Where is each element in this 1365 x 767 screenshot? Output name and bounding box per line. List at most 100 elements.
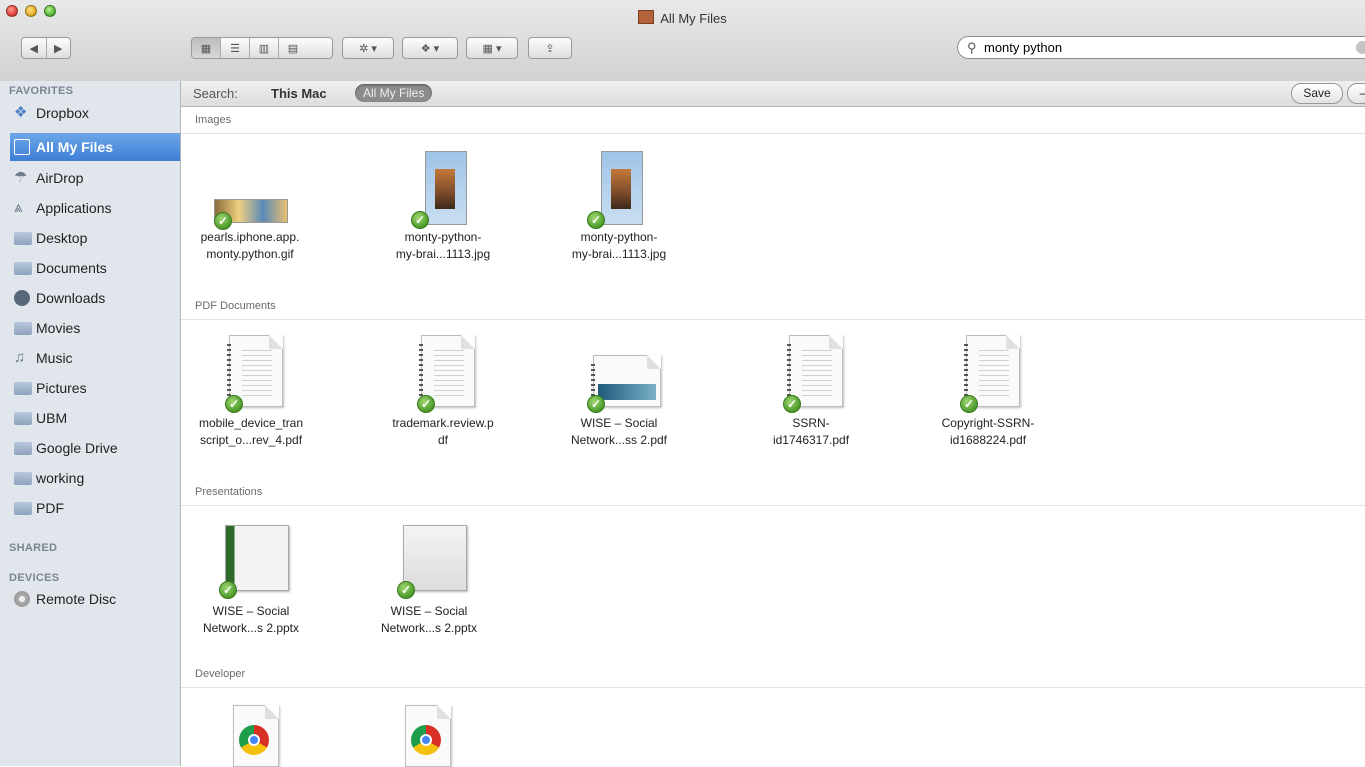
file-item[interactable]: ✓ trademark.review.p df bbox=[373, 333, 513, 449]
gear-icon: ✲ ▾ bbox=[359, 42, 377, 55]
image-thumbnail: ✓ bbox=[403, 149, 483, 229]
devices-header: DEVICES bbox=[9, 572, 60, 584]
applications-icon: ⩓ bbox=[14, 199, 23, 216]
sidebar-item-google-drive[interactable]: Google Drive bbox=[10, 434, 180, 462]
remove-criteria-button[interactable]: – bbox=[1347, 83, 1365, 104]
file-item[interactable]: ✓ WISE – Social Network...ss 2.pdf bbox=[549, 333, 689, 449]
sidebar-item-downloads[interactable]: Downloads bbox=[10, 284, 180, 312]
html-thumbnail bbox=[211, 705, 291, 767]
scope-this-mac[interactable]: This Mac bbox=[271, 86, 327, 101]
documents-icon bbox=[14, 262, 32, 275]
file-item[interactable] bbox=[181, 705, 321, 767]
group-header-presentations: Presentations bbox=[181, 479, 1365, 506]
synced-check-icon: ✓ bbox=[219, 581, 237, 599]
chrome-icon bbox=[411, 725, 441, 755]
favorites-header: FAVORITES bbox=[9, 85, 74, 97]
all-my-files-icon bbox=[638, 10, 655, 24]
synced-check-icon: ✓ bbox=[587, 395, 605, 413]
dropbox-icon: ❖ bbox=[14, 104, 28, 121]
pdf-thumbnail: ✓ bbox=[211, 333, 291, 415]
movies-icon bbox=[14, 322, 32, 335]
pictures-icon bbox=[14, 382, 32, 395]
sidebar-item-ubm[interactable]: UBM bbox=[10, 404, 180, 432]
view-mode-control[interactable]: ▦ ☰ ▥ ▤ bbox=[191, 37, 333, 59]
back-button[interactable]: ◀ bbox=[22, 38, 47, 58]
coverflow-view-button[interactable]: ▤ bbox=[279, 38, 307, 58]
icon-view-button[interactable]: ▦ bbox=[192, 38, 221, 58]
pdf-thumbnail: ✓ bbox=[579, 333, 661, 415]
sidebar-item-pictures[interactable]: Pictures bbox=[10, 374, 180, 402]
sidebar-item-desktop[interactable]: Desktop bbox=[10, 224, 180, 252]
file-item[interactable]: ✓ WISE – Social Network...s 2.pptx bbox=[181, 521, 321, 637]
sidebar-item-music[interactable]: ♫ Music bbox=[10, 344, 180, 372]
synced-check-icon: ✓ bbox=[411, 211, 429, 229]
list-view-button[interactable]: ☰ bbox=[221, 38, 250, 58]
file-item[interactable]: ✓ monty-python- my-brai...1113.jpg bbox=[544, 149, 694, 263]
html-thumbnail bbox=[383, 705, 463, 767]
remote-disc-icon bbox=[14, 591, 30, 607]
pptx-thumbnail: ✓ bbox=[389, 521, 469, 603]
pptx-slide bbox=[225, 525, 289, 591]
synced-check-icon: ✓ bbox=[417, 395, 435, 413]
synced-check-icon: ✓ bbox=[960, 395, 978, 413]
folder-icon bbox=[14, 412, 32, 425]
save-search-button[interactable]: Save bbox=[1291, 83, 1343, 104]
group-header-images: Images bbox=[181, 107, 1365, 134]
sidebar-item-working[interactable]: working bbox=[10, 464, 180, 492]
synced-check-icon: ✓ bbox=[225, 395, 243, 413]
synced-check-icon: ✓ bbox=[587, 211, 605, 229]
back-forward-control[interactable]: ◀ ▶ bbox=[21, 37, 71, 59]
sidebar-item-pdf[interactable]: PDF bbox=[10, 494, 180, 522]
airdrop-icon: ☂ bbox=[14, 169, 28, 186]
sidebar-item-documents[interactable]: Documents bbox=[10, 254, 180, 282]
jpg-figure bbox=[611, 169, 631, 209]
sidebar-item-movies[interactable]: Movies bbox=[10, 314, 180, 342]
arrange-icon: ▦ ▾ bbox=[482, 42, 502, 55]
file-item[interactable]: ✓ pearls.iphone.app. monty.python.gif bbox=[180, 149, 320, 263]
file-item[interactable]: ✓ SSRN- id1746317.pdf bbox=[741, 333, 881, 449]
jpg-figure bbox=[435, 169, 455, 209]
folder-icon bbox=[14, 472, 32, 485]
pptx-thumbnail: ✓ bbox=[211, 521, 291, 603]
file-item[interactable]: ✓ Copyright-SSRN- id1688224.pdf bbox=[913, 333, 1063, 449]
music-icon: ♫ bbox=[14, 349, 26, 366]
desktop-icon bbox=[14, 232, 32, 245]
search-scope-bar: Search: This Mac All My Files Save – bbox=[181, 81, 1365, 107]
dropbox-menu-button[interactable]: ❖ ▾ bbox=[402, 37, 458, 59]
synced-check-icon: ✓ bbox=[397, 581, 415, 599]
all-my-files-icon bbox=[14, 139, 30, 155]
group-header-developer: Developer bbox=[181, 661, 1365, 688]
search-input[interactable] bbox=[982, 39, 1286, 56]
pptx-slide bbox=[403, 525, 467, 591]
sidebar-item-all-my-files[interactable]: All My Files bbox=[10, 133, 180, 161]
sidebar-item-applications[interactable]: ⩓ Applications bbox=[10, 194, 180, 222]
window-title: All My Files bbox=[0, 10, 1365, 26]
file-item[interactable]: ✓ WISE – Social Network...s 2.pptx bbox=[359, 521, 499, 637]
share-button[interactable]: ⇪ bbox=[528, 37, 572, 59]
arrange-menu-button[interactable]: ▦ ▾ bbox=[466, 37, 518, 59]
scope-all-my-files[interactable]: All My Files bbox=[355, 84, 433, 102]
pdf-thumbnail: ✓ bbox=[771, 333, 851, 415]
column-view-button[interactable]: ▥ bbox=[250, 38, 279, 58]
synced-check-icon: ✓ bbox=[783, 395, 801, 413]
clear-search-icon[interactable] bbox=[1356, 41, 1365, 54]
search-scope-label: Search: bbox=[193, 86, 238, 101]
action-menu-button[interactable]: ✲ ▾ bbox=[342, 37, 394, 59]
sidebar-item-remote-disc[interactable]: Remote Disc bbox=[10, 585, 180, 613]
title-bar: All My Files ◀ ▶ ▦ ☰ ▥ ▤ ✲ ▾ ❖ ▾ ▦ ▾ ⇪ ⚲ bbox=[0, 0, 1365, 89]
search-field[interactable]: ⚲ bbox=[957, 36, 1365, 59]
search-icon: ⚲ bbox=[967, 40, 977, 55]
share-icon: ⇪ bbox=[545, 42, 555, 55]
file-item[interactable]: ✓ monty-python- my-brai...1113.jpg bbox=[368, 149, 518, 263]
sidebar-item-airdrop[interactable]: ☂ AirDrop bbox=[10, 164, 180, 192]
shared-header: SHARED bbox=[9, 542, 58, 554]
sidebar: FAVORITES ❖ Dropbox All My Files ☂ AirDrop… bbox=[0, 81, 181, 766]
folder-icon bbox=[14, 502, 32, 515]
image-thumbnail: ✓ bbox=[210, 149, 290, 230]
synced-check-icon: ✓ bbox=[214, 212, 232, 230]
downloads-icon bbox=[14, 290, 30, 306]
file-item[interactable] bbox=[353, 705, 493, 767]
file-item[interactable]: ✓ mobile_device_tran script_o...rev_4.pd… bbox=[181, 333, 321, 449]
sidebar-item-dropbox[interactable]: ❖ Dropbox bbox=[10, 99, 180, 127]
forward-button[interactable]: ▶ bbox=[47, 38, 71, 58]
